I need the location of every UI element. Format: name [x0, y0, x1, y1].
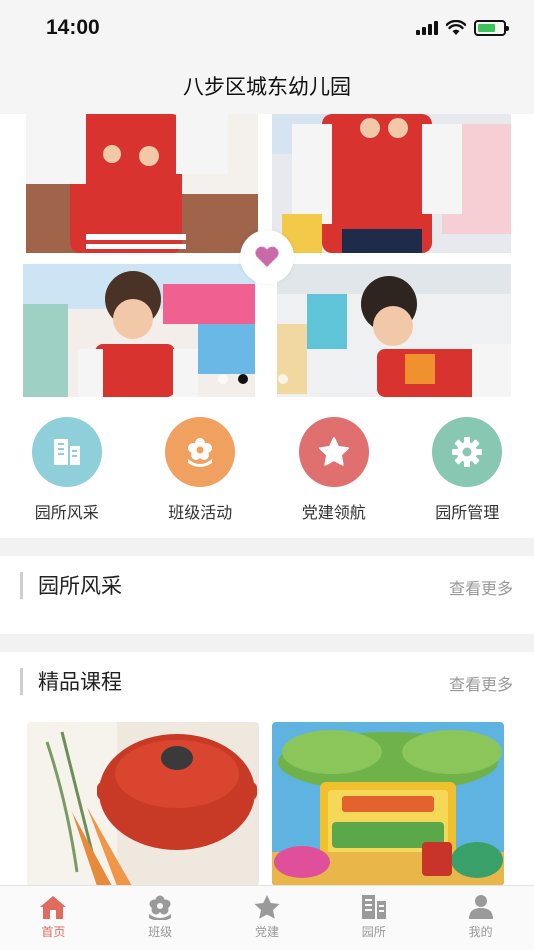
quick-menu-label: 班级活动	[168, 503, 233, 522]
quick-menu-campus[interactable]: 园所风采	[7, 414, 127, 538]
carousel-indicator	[218, 374, 288, 384]
course-cover-image	[27, 722, 259, 886]
quick-menu-label: 园所风采	[34, 503, 99, 522]
quick-menu-icon-bg	[432, 417, 503, 487]
section-title: 精品课程	[38, 670, 122, 694]
user-icon	[468, 895, 493, 919]
status-icons	[416, 20, 509, 36]
tab-label: 党建	[254, 925, 279, 939]
section-divider	[0, 634, 534, 652]
courses-view-more-link[interactable]: 查看更多	[449, 671, 513, 695]
course-cover-image	[272, 722, 504, 886]
quick-menu-campus-management[interactable]: 园所管理	[407, 414, 527, 538]
carousel-dot[interactable]	[258, 374, 268, 384]
banner-carousel[interactable]	[0, 114, 534, 414]
quick-menu-party-building[interactable]: 党建领航	[274, 414, 394, 538]
course-list	[0, 710, 534, 886]
tab-label: 班级	[148, 925, 173, 939]
course-card-cooking[interactable]	[27, 722, 259, 886]
flower-icon	[188, 438, 213, 467]
quick-menu-class-activities[interactable]: 班级活动	[140, 414, 260, 538]
carousel-dot[interactable]	[278, 374, 288, 384]
tab-profile[interactable]: 我的	[428, 886, 534, 950]
tab-party[interactable]: 党建	[214, 886, 320, 950]
carousel-dot[interactable]	[238, 374, 248, 384]
battery-icon	[474, 20, 509, 36]
wifi-icon	[446, 20, 466, 35]
tab-campus[interactable]: 园所	[321, 886, 427, 950]
status-bar: 14:00	[0, 0, 534, 58]
section-title: 园所风采	[38, 574, 122, 598]
quick-menu-label: 园所管理	[435, 503, 500, 522]
heart-badge	[240, 230, 294, 284]
nav-bar: 八步区城东幼儿园	[0, 58, 534, 114]
banner-photo	[272, 114, 511, 253]
star-icon	[318, 437, 349, 466]
star-icon	[254, 895, 280, 919]
signal-icon	[416, 21, 438, 35]
heart-icon	[254, 246, 280, 268]
courses-section-header: 精品课程 查看更多	[0, 652, 534, 712]
home-icon	[40, 896, 67, 919]
banner-photo	[277, 264, 511, 397]
section-accent-bar	[20, 572, 23, 599]
tab-label: 园所	[361, 925, 386, 939]
tab-label: 首页	[41, 925, 66, 939]
bottom-tab-bar: 首页 班级 党建 园所 我的	[0, 885, 534, 950]
page-title: 八步区城东幼儿园	[183, 75, 351, 99]
building-icon	[361, 895, 386, 919]
course-card-drum[interactable]	[272, 722, 504, 886]
flower-icon	[149, 895, 172, 920]
tab-home[interactable]: 首页	[0, 886, 106, 950]
quick-menu-icon-bg	[165, 417, 236, 487]
quick-menu-icon-bg	[298, 417, 369, 487]
campus-view-more-link[interactable]: 查看更多	[449, 575, 513, 599]
building-icon	[53, 439, 80, 465]
banner-photo	[26, 114, 258, 253]
tab-label: 我的	[468, 925, 493, 939]
quick-menu: 园所风采 班级活动 党建领航 园所管理	[0, 414, 534, 538]
section-accent-bar	[20, 668, 23, 695]
carousel-dot[interactable]	[218, 374, 228, 384]
section-divider	[0, 538, 534, 556]
tab-class[interactable]: 班级	[107, 886, 213, 950]
campus-section-header: 园所风采 查看更多	[0, 556, 534, 616]
status-time: 14:00	[46, 16, 100, 39]
quick-menu-icon-bg	[31, 417, 102, 487]
quick-menu-label: 党建领航	[301, 503, 366, 522]
gear-icon	[452, 437, 483, 467]
